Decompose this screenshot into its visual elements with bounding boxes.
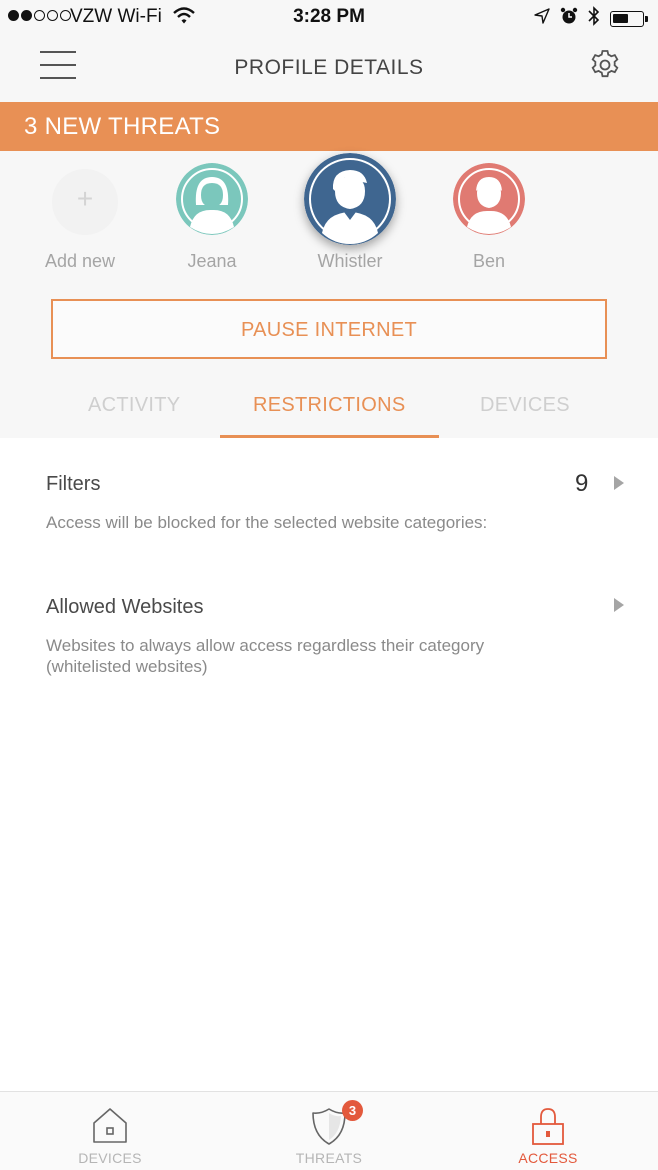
- threats-count-badge: 3: [342, 1100, 363, 1121]
- chevron-right-icon: [614, 598, 624, 612]
- allowed-websites-title: Allowed Websites: [46, 596, 204, 618]
- bottom-tab-bar: DEVICES 3 THREATS ACCESS: [0, 1091, 658, 1170]
- battery-icon: [610, 10, 648, 27]
- nav-label: THREATS: [295, 1150, 363, 1166]
- nav-devices[interactable]: DEVICES: [30, 1092, 190, 1170]
- profile-jeana[interactable]: Jeana: [172, 151, 252, 281]
- bluetooth-icon: [588, 6, 600, 31]
- active-tab-indicator: [220, 435, 439, 438]
- filters-count: 9: [575, 470, 589, 497]
- chevron-right-icon: [614, 476, 624, 490]
- page-title: PROFILE DETAILS: [234, 56, 424, 79]
- new-threats-label: 3 NEW THREATS: [24, 113, 221, 140]
- add-new-profile-button[interactable]: + Add new: [38, 151, 134, 281]
- male-avatar-icon: [453, 163, 525, 235]
- status-bar: VZW Wi-Fi 3:28 PM: [0, 0, 658, 34]
- nav-label: ACCESS: [518, 1150, 578, 1166]
- pause-internet-button[interactable]: PAUSE INTERNET: [51, 299, 607, 359]
- female-avatar-icon: [176, 163, 248, 235]
- profile-name: Jeana: [187, 251, 237, 271]
- lock-icon: [530, 1106, 566, 1146]
- nav-label: DEVICES: [78, 1150, 142, 1166]
- alarm-icon: [560, 7, 578, 30]
- filters-title: Filters: [46, 473, 101, 495]
- allowed-websites-description-note: (whitelisted websites): [46, 657, 208, 676]
- profile-whistler[interactable]: Whistler: [300, 151, 400, 281]
- profile-ben[interactable]: Ben: [449, 151, 529, 281]
- house-icon: [92, 1106, 128, 1146]
- add-circle: +: [52, 169, 118, 235]
- profile-name: Whistler: [317, 251, 383, 271]
- tab-restrictions[interactable]: RESTRICTIONS: [253, 394, 406, 417]
- nav-access[interactable]: ACCESS: [468, 1092, 628, 1170]
- nav-threats[interactable]: 3 THREATS: [249, 1092, 409, 1170]
- tab-activity[interactable]: ACTIVITY: [88, 394, 180, 417]
- allowed-websites-description: Websites to always allow access regardle…: [46, 636, 485, 655]
- filters-description: Access will be blocked for the selected …: [46, 513, 488, 532]
- add-new-label: Add new: [44, 251, 116, 271]
- new-threats-banner[interactable]: 3 NEW THREATS: [0, 102, 658, 151]
- gear-icon[interactable]: [588, 48, 622, 82]
- location-arrow-icon: [534, 8, 550, 29]
- plus-icon: +: [76, 183, 94, 214]
- profile-name: Ben: [472, 251, 506, 271]
- header: PROFILE DETAILS: [0, 34, 658, 102]
- male-avatar-icon: [304, 153, 396, 245]
- tab-devices[interactable]: DEVICES: [480, 394, 570, 417]
